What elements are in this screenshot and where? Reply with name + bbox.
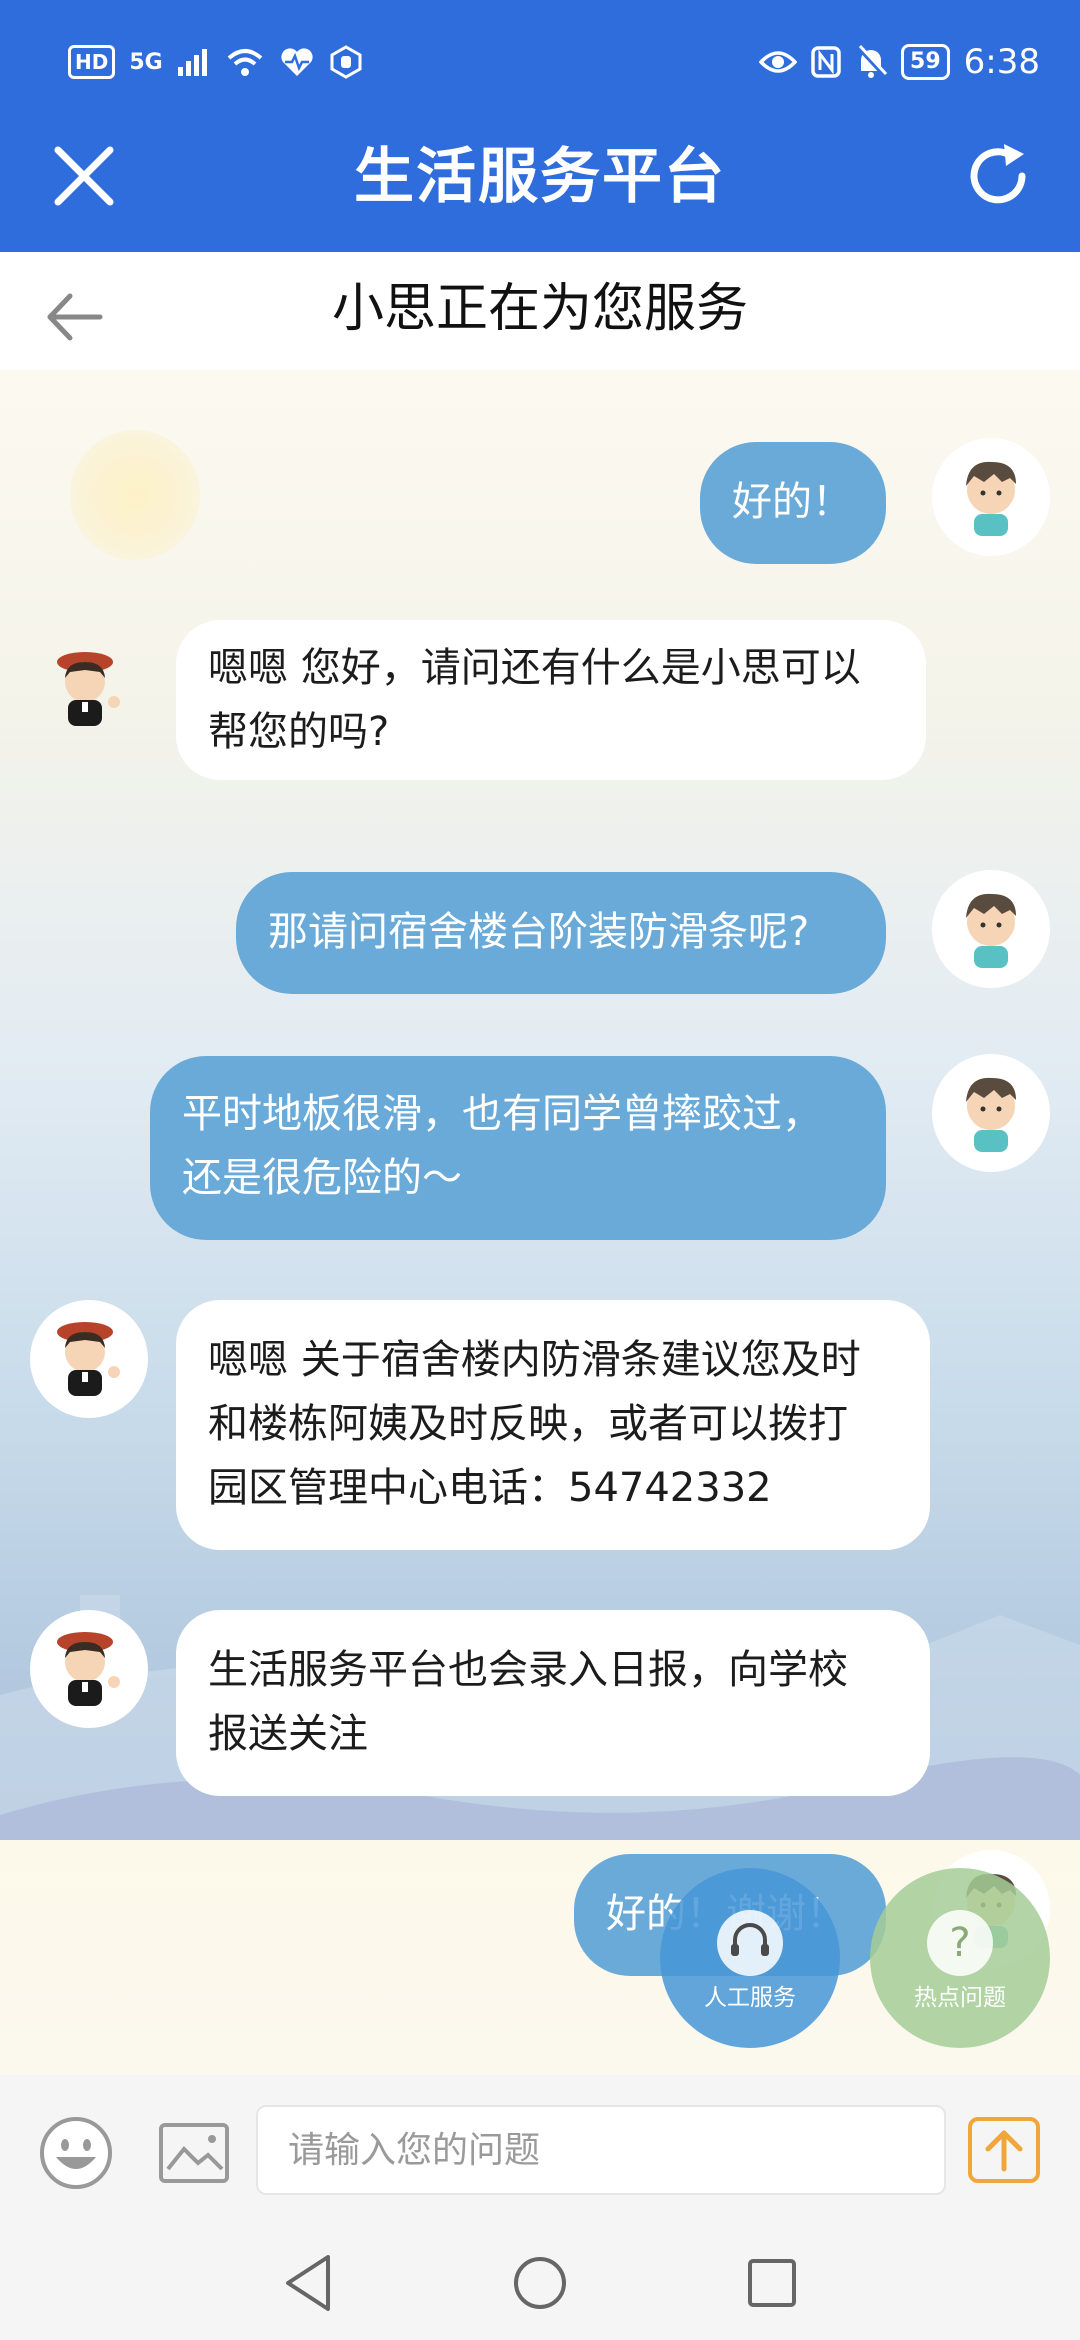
svg-text:?: ? <box>949 1920 970 1966</box>
human-service-label: 人工服务 <box>704 1985 796 2011</box>
boy-avatar-icon <box>966 461 1016 536</box>
send-button[interactable] <box>968 2117 1040 2183</box>
image-icon[interactable] <box>158 2119 230 2187</box>
bot-avatar <box>30 1610 148 1728</box>
assistant-avatar-icon <box>57 1322 120 1396</box>
bell-muted-icon <box>856 45 888 78</box>
chat-area[interactable]: 好的！ 嗯嗯 您好，请问还有什么是小思可以 帮您的吗? 那请问宿舍楼台阶装防滑条… <box>0 370 1080 2075</box>
bot-avatar <box>30 1300 148 1418</box>
chat-title: 小思正在为您服务 <box>331 279 748 339</box>
question-mark-icon: ? <box>927 1910 993 1976</box>
battery-indicator: 59 <box>901 44 950 80</box>
user-avatar <box>932 438 1050 556</box>
upload-arrow-icon <box>985 2130 1023 2172</box>
user-avatar <box>932 870 1050 988</box>
message-bubble-bot: 嗯嗯 关于宿舍楼内防滑条建议您及时 和楼栋阿姨及时反映，或者可以拨打 园区管理中… <box>176 1300 930 1550</box>
nav-back-icon[interactable] <box>280 2251 340 2315</box>
heart-monitor-icon <box>281 48 313 76</box>
sun-decoration <box>70 430 200 560</box>
status-bar: HD 5G 59 6:38 <box>0 0 1080 122</box>
hot-questions-label: 热点问题 <box>914 1985 1006 2011</box>
message-bubble-bot: 生活服务平台也会录入日报，向学校 报送关注 <box>176 1610 930 1796</box>
signal-icon <box>177 49 207 76</box>
human-service-button[interactable]: 人工服务 <box>660 1868 840 2048</box>
emoji-icon[interactable] <box>38 2115 114 2191</box>
headset-icon <box>717 1910 783 1976</box>
message-bubble-user: 那请问宿舍楼台阶装防滑条呢? <box>236 872 886 994</box>
message-bubble-user: 平时地板很滑，也有同学曾摔跤过， 还是很危险的～ <box>150 1056 886 1240</box>
network-label: 5G <box>129 49 163 75</box>
hd-badge: HD <box>68 45 116 79</box>
status-left: HD 5G <box>68 40 363 84</box>
wifi-icon <box>227 49 263 76</box>
nav-recent-icon[interactable] <box>742 2251 802 2315</box>
hot-questions-button[interactable]: ? 热点问题 <box>870 1868 1050 2048</box>
refresh-icon[interactable] <box>960 136 1040 216</box>
status-right: 59 6:38 <box>759 38 1040 86</box>
question-input[interactable] <box>256 2105 946 2195</box>
boy-avatar-icon <box>966 1077 1016 1152</box>
user-avatar <box>932 1054 1050 1172</box>
nav-home-icon[interactable] <box>510 2251 570 2315</box>
assistant-avatar-icon <box>57 652 120 726</box>
bot-avatar <box>30 630 148 748</box>
message-input-bar <box>0 2075 1080 2225</box>
chat-subheader: 小思正在为您服务 <box>0 252 1080 370</box>
message-bubble-bot: 嗯嗯 您好，请问还有什么是小思可以 帮您的吗? <box>176 620 926 780</box>
message-bubble-user: 好的！ <box>700 442 886 564</box>
boy-avatar-icon <box>966 893 1016 968</box>
eye-icon <box>759 51 798 73</box>
page-title: 生活服务平台 <box>354 142 726 212</box>
clock: 6:38 <box>963 42 1040 82</box>
system-navigation-bar <box>0 2225 1080 2340</box>
hand-shield-icon <box>330 45 362 79</box>
app-header: 生活服务平台 <box>0 122 1080 252</box>
nfc-icon <box>811 46 841 78</box>
assistant-avatar-icon <box>57 1632 120 1706</box>
